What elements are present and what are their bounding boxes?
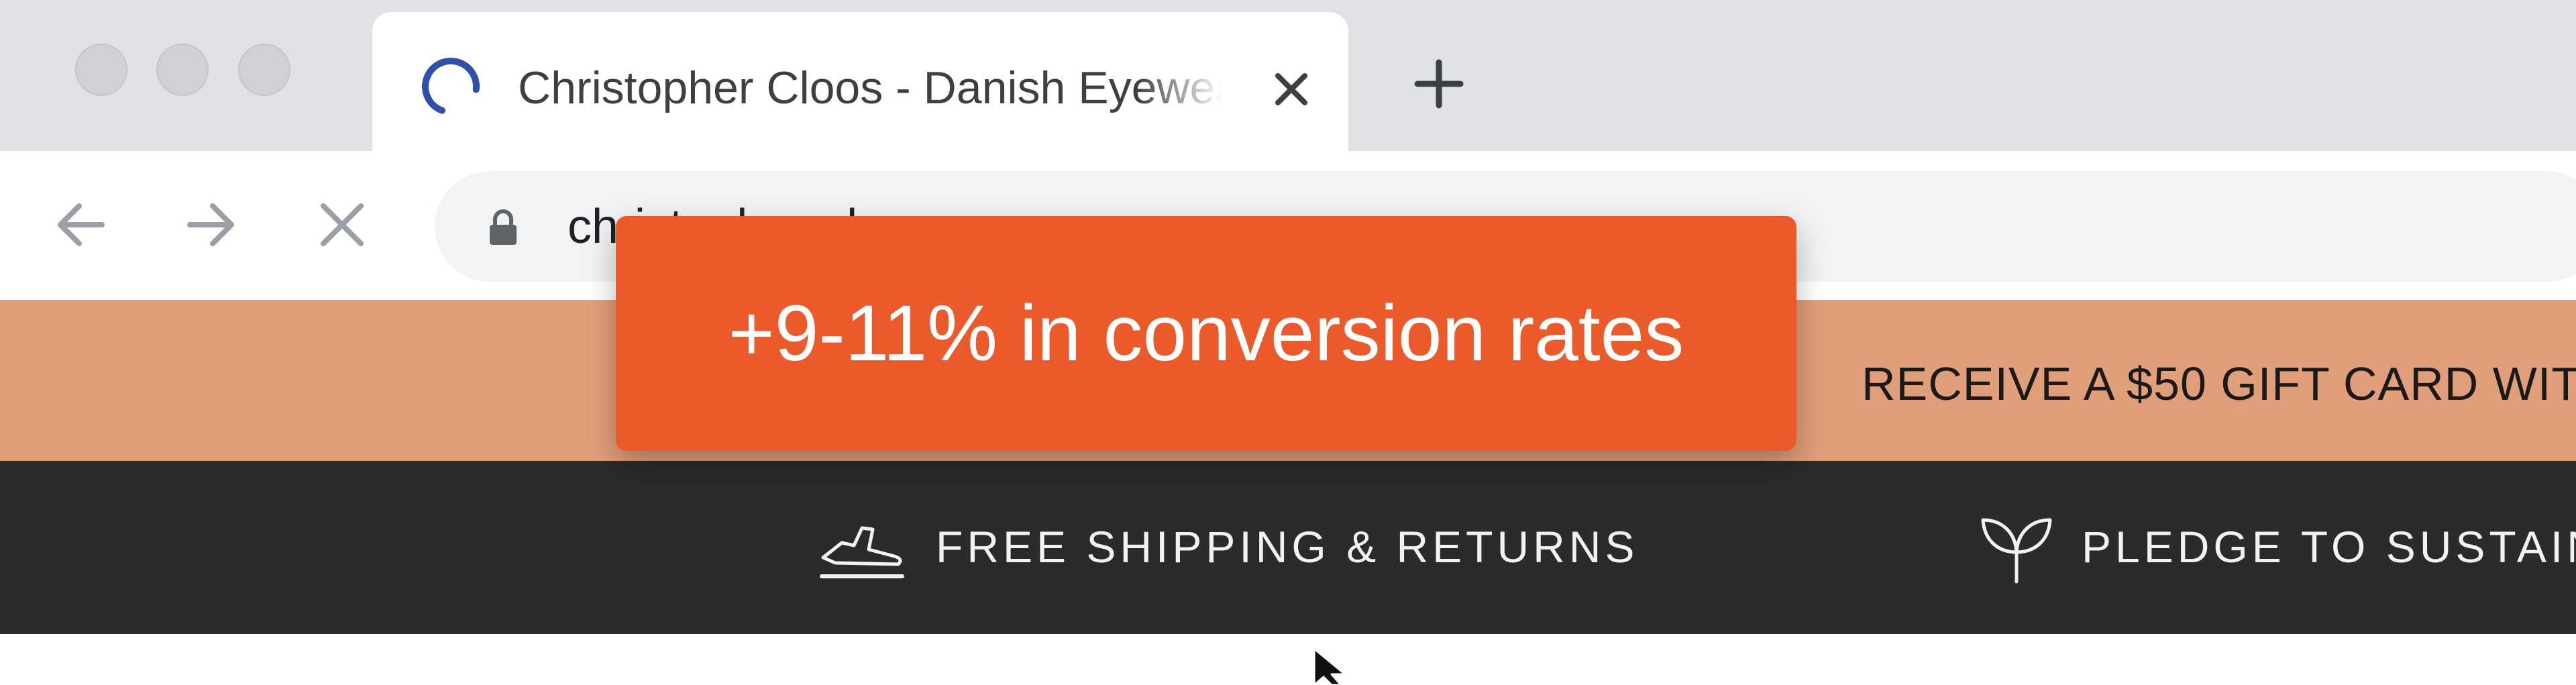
forward-arrow-icon[interactable] xyxy=(178,191,245,258)
feature-strip: FREE SHIPPING & RETURNS PLEDGE TO SUSTAI… xyxy=(0,461,2576,634)
lock-icon xyxy=(490,209,517,245)
tab-title: Christopher Cloos - Danish Eyewear xyxy=(518,62,1222,113)
promo-banner-text: RECEIVE A $50 GIFT CARD WIT xyxy=(1862,358,2576,410)
stop-loading-icon[interactable] xyxy=(309,191,376,258)
window-zoom-dot[interactable] xyxy=(238,44,290,96)
mouse-cursor-icon xyxy=(1313,647,1346,685)
conversion-callout: +9-11% in conversion rates xyxy=(616,216,1796,451)
airplane-icon xyxy=(820,526,904,578)
callout-text: +9-11% in conversion rates xyxy=(728,289,1684,378)
sprout-icon xyxy=(1981,518,2052,584)
feature-sustainability-label: PLEDGE TO SUSTAINAI xyxy=(2082,522,2576,572)
loading-spinner-icon xyxy=(422,58,480,115)
new-tab-plus-icon[interactable] xyxy=(1405,50,1472,117)
browser-tab-strip: Christopher Cloos - Danish Eyewear xyxy=(0,0,2576,153)
feature-free-shipping-label: FREE SHIPPING & RETURNS xyxy=(936,522,1639,572)
window-minimize-dot[interactable] xyxy=(156,44,209,96)
tab-close-icon[interactable] xyxy=(1261,59,1322,119)
browser-tab-active[interactable]: Christopher Cloos - Danish Eyewear xyxy=(372,12,1348,153)
window-close-dot[interactable] xyxy=(75,44,127,96)
back-arrow-icon[interactable] xyxy=(47,191,114,258)
